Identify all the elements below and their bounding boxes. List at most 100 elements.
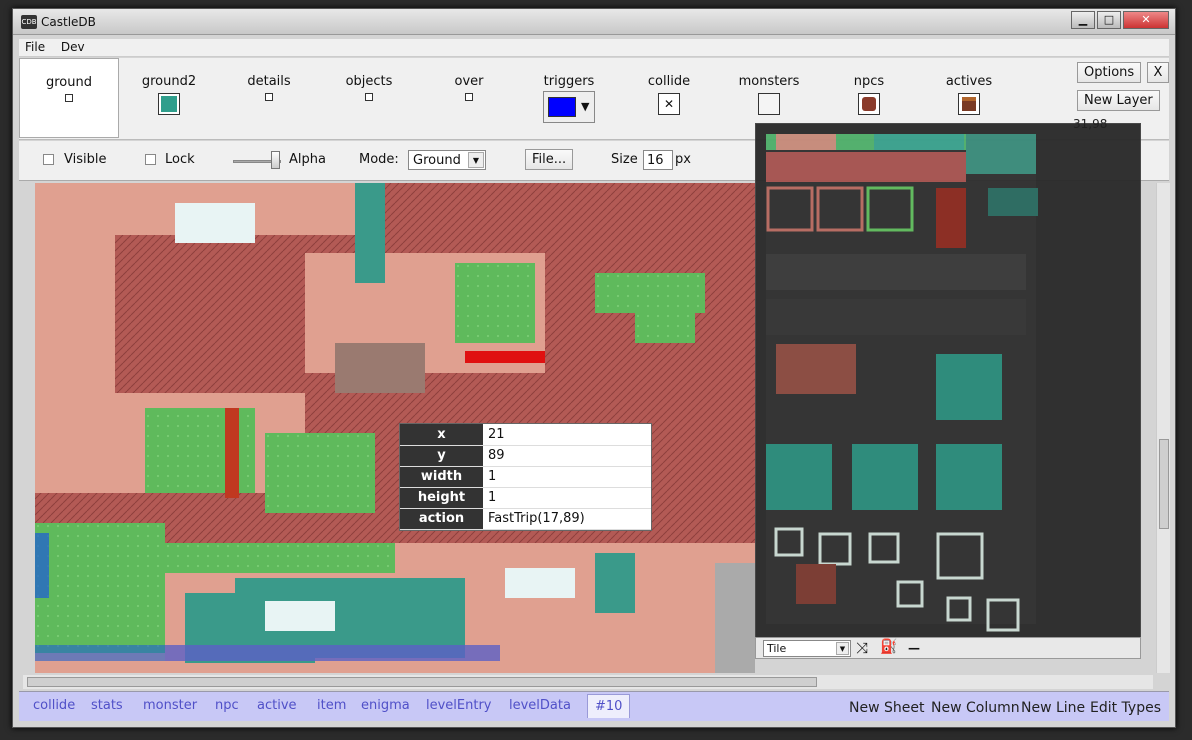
property-value[interactable]: 1: [483, 487, 651, 509]
chest-icon[interactable]: [958, 93, 980, 115]
visible-checkbox[interactable]: [43, 154, 54, 165]
layer-details[interactable]: details: [219, 58, 319, 138]
layer-label: ground: [46, 75, 92, 90]
bucket-fill-icon[interactable]: ⛽: [880, 639, 897, 655]
options-button[interactable]: Options: [1077, 62, 1142, 83]
tooltip-row: width 1: [400, 466, 651, 488]
close-window-button[interactable]: ✕: [1123, 11, 1169, 29]
tooltip-row: height 1: [400, 487, 651, 509]
layer-swatch[interactable]: [65, 94, 73, 102]
size-label: Size: [611, 152, 638, 167]
layer-label: triggers: [543, 74, 595, 89]
new-layer-button[interactable]: New Layer: [1077, 90, 1160, 111]
property-value[interactable]: 89: [483, 445, 651, 467]
triggers-color-picker[interactable]: ▼: [543, 91, 595, 123]
file-button[interactable]: File...: [525, 149, 574, 170]
property-key: x: [400, 424, 483, 446]
sheet-tab-item[interactable]: item: [317, 698, 346, 713]
tile-palette[interactable]: [755, 123, 1141, 659]
layer-ground[interactable]: ground: [19, 58, 119, 138]
lock-checkbox[interactable]: [145, 154, 156, 165]
size-unit: px: [675, 152, 691, 167]
layer-label: objects: [345, 74, 393, 89]
layer-over[interactable]: over: [419, 58, 519, 138]
visible-label: Visible: [64, 152, 107, 167]
chevron-down-icon: ▼: [468, 152, 484, 168]
layer-label: over: [454, 74, 484, 89]
sheet-tab-npc[interactable]: npc: [215, 698, 239, 713]
layer-label: ground2: [141, 74, 197, 89]
title-bar[interactable]: CDB CastleDB ▁ □ ✕: [13, 9, 1175, 35]
property-value[interactable]: FastTrip(17,89): [483, 508, 651, 530]
window-title: CastleDB: [41, 15, 96, 29]
lock-label: Lock: [165, 152, 195, 167]
close-layer-panel-button[interactable]: X: [1147, 62, 1169, 83]
chevron-down-icon: ▼: [836, 642, 849, 655]
property-key: height: [400, 487, 483, 509]
property-value[interactable]: 21: [483, 424, 651, 446]
sheet-tab-enigma[interactable]: enigma: [361, 698, 410, 713]
horizontal-scroll-thumb[interactable]: [27, 677, 817, 687]
palette-mode-value: Tile: [767, 642, 787, 655]
size-input[interactable]: 16: [643, 150, 673, 170]
mode-label: Mode:: [359, 152, 399, 167]
new-sheet-button[interactable]: New Sheet: [849, 700, 924, 716]
layer-label: monsters: [738, 74, 800, 89]
sheet-tab-collide[interactable]: collide: [33, 698, 75, 713]
maximize-button[interactable]: □: [1097, 11, 1121, 29]
sheet-tab-stats[interactable]: stats: [91, 698, 123, 713]
layer-ground2[interactable]: ground2: [119, 58, 219, 138]
sheet-tab-bar: collide stats monster npc active item en…: [19, 691, 1169, 721]
app-icon: CDB: [21, 15, 37, 29]
layer-swatch[interactable]: [465, 93, 473, 101]
property-key: y: [400, 445, 483, 467]
menu-bar: File Dev: [19, 39, 1169, 57]
app-window: CDB CastleDB ▁ □ ✕ File Dev ground groun…: [12, 8, 1176, 728]
layer-label: actives: [945, 74, 993, 89]
minimize-button[interactable]: ▁: [1071, 11, 1095, 29]
trigger-properties-tooltip: x 21 y 89 width 1 height 1 action FastTrip(17…: [399, 423, 652, 531]
property-value[interactable]: 1: [483, 466, 651, 488]
new-column-button[interactable]: New Column: [931, 700, 1020, 716]
vertical-scroll-thumb[interactable]: [1159, 439, 1169, 529]
layer-collide[interactable]: collide ✕: [619, 58, 719, 138]
layer-swatch[interactable]: [265, 93, 273, 101]
sheet-tab-active-10[interactable]: #10: [587, 694, 631, 718]
menu-dev[interactable]: Dev: [55, 39, 91, 55]
alpha-slider-handle[interactable]: [271, 151, 280, 169]
layer-label: collide: [647, 74, 691, 89]
edit-types-button[interactable]: Edit Types: [1090, 700, 1161, 716]
collide-icon[interactable]: ✕: [658, 93, 680, 115]
monster-icon[interactable]: [758, 93, 780, 115]
alpha-label: Alpha: [289, 152, 326, 167]
mode-value: Ground: [413, 153, 461, 168]
mode-select[interactable]: Ground ▼: [408, 150, 486, 170]
tooltip-row: y 89: [400, 445, 651, 467]
sheet-tab-levelentry[interactable]: levelEntry: [426, 698, 492, 713]
npc-icon[interactable]: [858, 93, 880, 115]
palette-toolbar: Tile ▼ ⤨ ⛽ —: [755, 637, 1141, 659]
palette-mode-select[interactable]: Tile ▼: [763, 640, 851, 657]
menu-file[interactable]: File: [19, 39, 51, 55]
cursor-coordinates: 31,98: [1073, 117, 1108, 131]
sheet-tab-leveldata[interactable]: levelData: [509, 698, 571, 713]
layer-triggers[interactable]: triggers ▼: [519, 58, 619, 138]
layer-label: details: [247, 74, 291, 89]
layer-swatch[interactable]: [158, 93, 180, 115]
tooltip-row: x 21: [400, 424, 651, 446]
new-line-button[interactable]: New Line: [1021, 700, 1085, 716]
layer-swatch[interactable]: [365, 93, 373, 101]
minus-icon[interactable]: —: [908, 641, 920, 655]
layer-label: npcs: [853, 74, 885, 89]
property-key: action: [400, 508, 483, 530]
property-key: width: [400, 466, 483, 488]
horizontal-scrollbar[interactable]: [23, 675, 1153, 689]
vertical-scrollbar[interactable]: [1156, 183, 1170, 673]
sheet-tab-active[interactable]: active: [257, 698, 297, 713]
color-swatch: [548, 97, 576, 117]
random-icon[interactable]: ⤨: [856, 639, 868, 657]
sheet-tab-monster[interactable]: monster: [143, 698, 197, 713]
layer-objects[interactable]: objects: [319, 58, 419, 138]
tooltip-row: action FastTrip(17,89): [400, 508, 651, 530]
chevron-down-icon: ▼: [581, 100, 590, 113]
